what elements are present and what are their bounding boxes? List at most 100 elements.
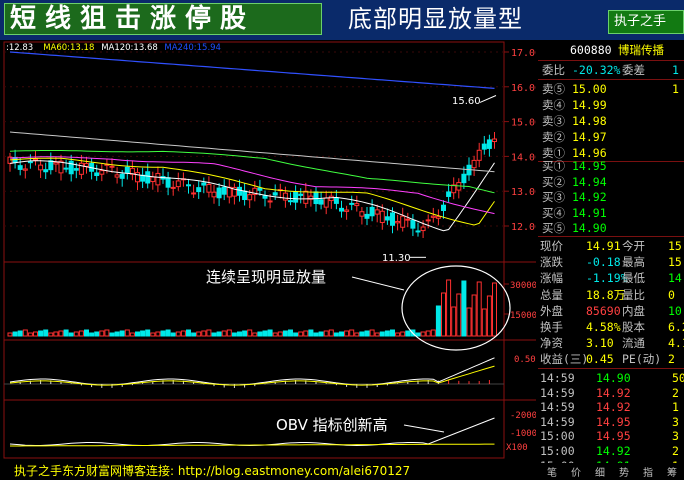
bid-row: 买⑤ 14.90 — [538, 220, 684, 236]
candle-body — [165, 177, 171, 188]
bid-price: 14.91 — [572, 205, 607, 220]
banner-author: 执子之手 — [614, 14, 667, 29]
bid-row: 买① 14.95 — [538, 158, 684, 174]
candle-body — [33, 158, 38, 161]
volume-bar — [160, 330, 166, 337]
bid-label: 买③ — [542, 190, 565, 204]
price-tick-label: 12.00 — [511, 222, 536, 233]
quote-label: 流通 — [622, 336, 645, 351]
panel-tabs: 笔价细势指筹 — [540, 464, 684, 479]
panel-tab[interactable]: 笔 — [540, 464, 564, 479]
candle-body — [390, 212, 395, 226]
candle-body — [53, 161, 59, 165]
tick-price: 14.95 — [596, 429, 631, 444]
kline-chart[interactable]: :12.83 MA60:13.18 MA120:13.68 MA240:15.94 1… — [0, 40, 536, 464]
volume-bar — [466, 307, 472, 337]
panel-tab[interactable]: 筹 — [660, 464, 684, 479]
volume-bar — [27, 332, 33, 337]
volume-annotation-arrow — [351, 276, 405, 291]
volume-bar — [364, 330, 370, 337]
volume-bar — [339, 331, 344, 337]
candle-body — [323, 197, 329, 208]
ask-label: 卖② — [542, 130, 565, 144]
tick-time: 14:59 — [540, 400, 575, 415]
bid-row: 买④ 14.91 — [538, 205, 684, 221]
candle-body — [339, 207, 344, 212]
quote-label: 最高 — [622, 255, 645, 270]
ask-price: 15.00 — [572, 82, 607, 96]
quote-value: 85690 — [586, 303, 621, 318]
volume-bar — [420, 331, 426, 337]
ask-row: 卖② 14.97 — [538, 129, 684, 145]
candle-body — [354, 203, 360, 207]
quote-row: 涨幅 -1.19% 最低 14 — [538, 270, 684, 286]
candle — [456, 178, 462, 199]
volume-bar — [63, 329, 69, 337]
panel-tab[interactable]: 价 — [564, 464, 588, 479]
macd-dea — [9, 365, 495, 386]
volume-bar — [58, 330, 64, 337]
volume-bar — [114, 331, 120, 337]
candle — [435, 209, 441, 226]
volume-bar — [369, 329, 375, 337]
candle — [206, 176, 212, 198]
quote-label: 股本 — [622, 320, 645, 334]
candle — [323, 190, 329, 215]
candle — [94, 164, 100, 181]
obv-unit-label: X100 — [506, 443, 528, 453]
candle-body — [119, 173, 125, 179]
quote-value: 0 — [668, 287, 675, 302]
candle — [129, 160, 135, 181]
candle-body — [369, 206, 375, 217]
high-price-label: 15.60 — [452, 96, 481, 107]
title-banner: 短线狙击涨停股 底部明显放量型 执子之手 — [0, 0, 684, 40]
ask-label: 卖④ — [542, 98, 565, 112]
ma-legend-item: :12.83 — [6, 43, 33, 53]
stock-code: 600880 — [570, 43, 612, 57]
panel-tab[interactable]: 指 — [636, 464, 660, 479]
tick-time: 14:59 — [540, 414, 575, 429]
candle-body — [201, 182, 207, 186]
ask-volume: 1 — [672, 82, 679, 96]
candle-body — [374, 209, 380, 215]
volume-bar — [196, 331, 202, 337]
panel-tab[interactable]: 细 — [588, 464, 612, 479]
volume-bar — [282, 330, 288, 337]
candle — [48, 152, 54, 175]
candle-body — [395, 220, 401, 224]
candle — [211, 184, 217, 204]
banner-title: 短线狙击涨停股 — [10, 4, 256, 34]
panel-tab[interactable]: 势 — [612, 464, 636, 479]
volume-bar — [486, 295, 492, 337]
volume-bar — [430, 329, 436, 337]
volume-bar — [226, 329, 232, 337]
volume-bar — [43, 329, 49, 337]
volume-bar — [471, 294, 477, 337]
ma240-line — [9, 51, 495, 89]
volume-bar — [400, 331, 406, 337]
volume-bar — [170, 332, 176, 337]
quote-value: 4.1 — [668, 336, 684, 351]
candle-body — [150, 176, 156, 183]
volume-bar — [344, 330, 350, 337]
volume-bar — [73, 331, 79, 337]
candle — [150, 171, 156, 190]
footer-link[interactable]: 执子之手东方财富网博客连接: http://blog.eastmoney.com… — [14, 464, 410, 479]
volume-bar — [68, 332, 74, 337]
candle-body — [257, 187, 263, 191]
obv-tick-label: -20000 — [510, 411, 536, 421]
candle — [191, 184, 197, 198]
candle-body — [303, 190, 309, 204]
obv-tick-label: -10000 — [510, 429, 536, 439]
volume-bar — [129, 332, 135, 337]
tick-row: 14:59 14.95 3 — [538, 414, 684, 430]
volume-bar — [257, 331, 263, 337]
candle — [354, 195, 360, 212]
quote-value: 15 — [668, 255, 682, 270]
volume-bar — [242, 330, 248, 337]
quote-label: 净资 — [540, 336, 563, 351]
candle — [63, 159, 69, 173]
candle-body — [99, 170, 105, 175]
ask-price: 14.99 — [572, 98, 607, 112]
tick-time: 14:59 — [540, 371, 575, 385]
